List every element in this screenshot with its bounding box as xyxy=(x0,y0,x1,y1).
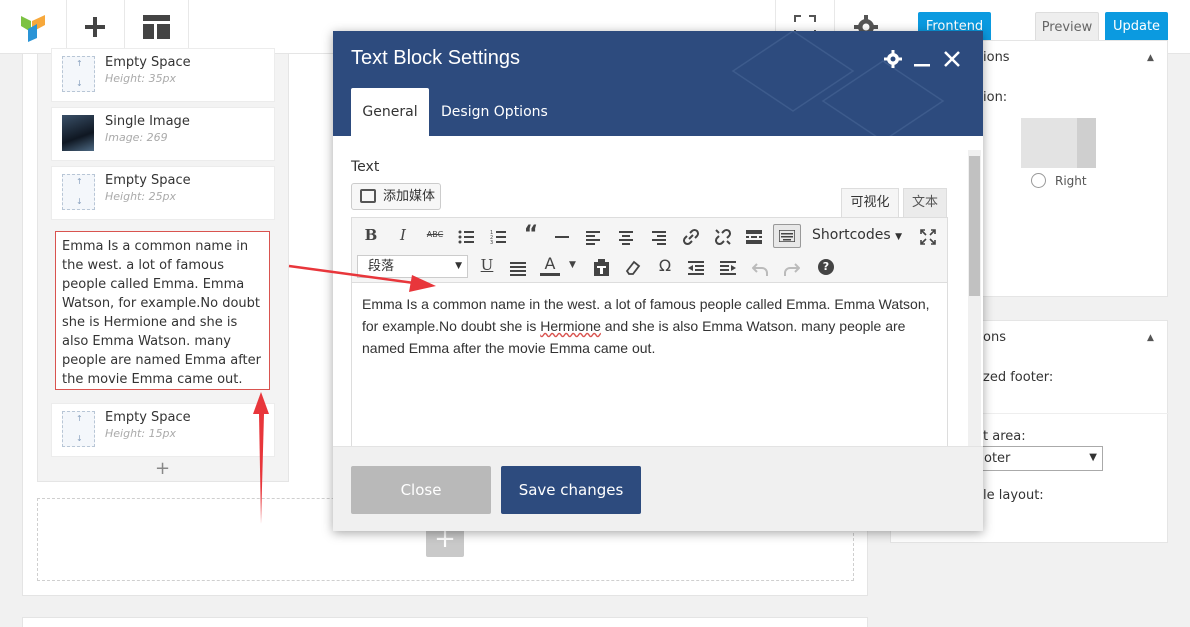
annotation-arrows xyxy=(253,264,436,524)
